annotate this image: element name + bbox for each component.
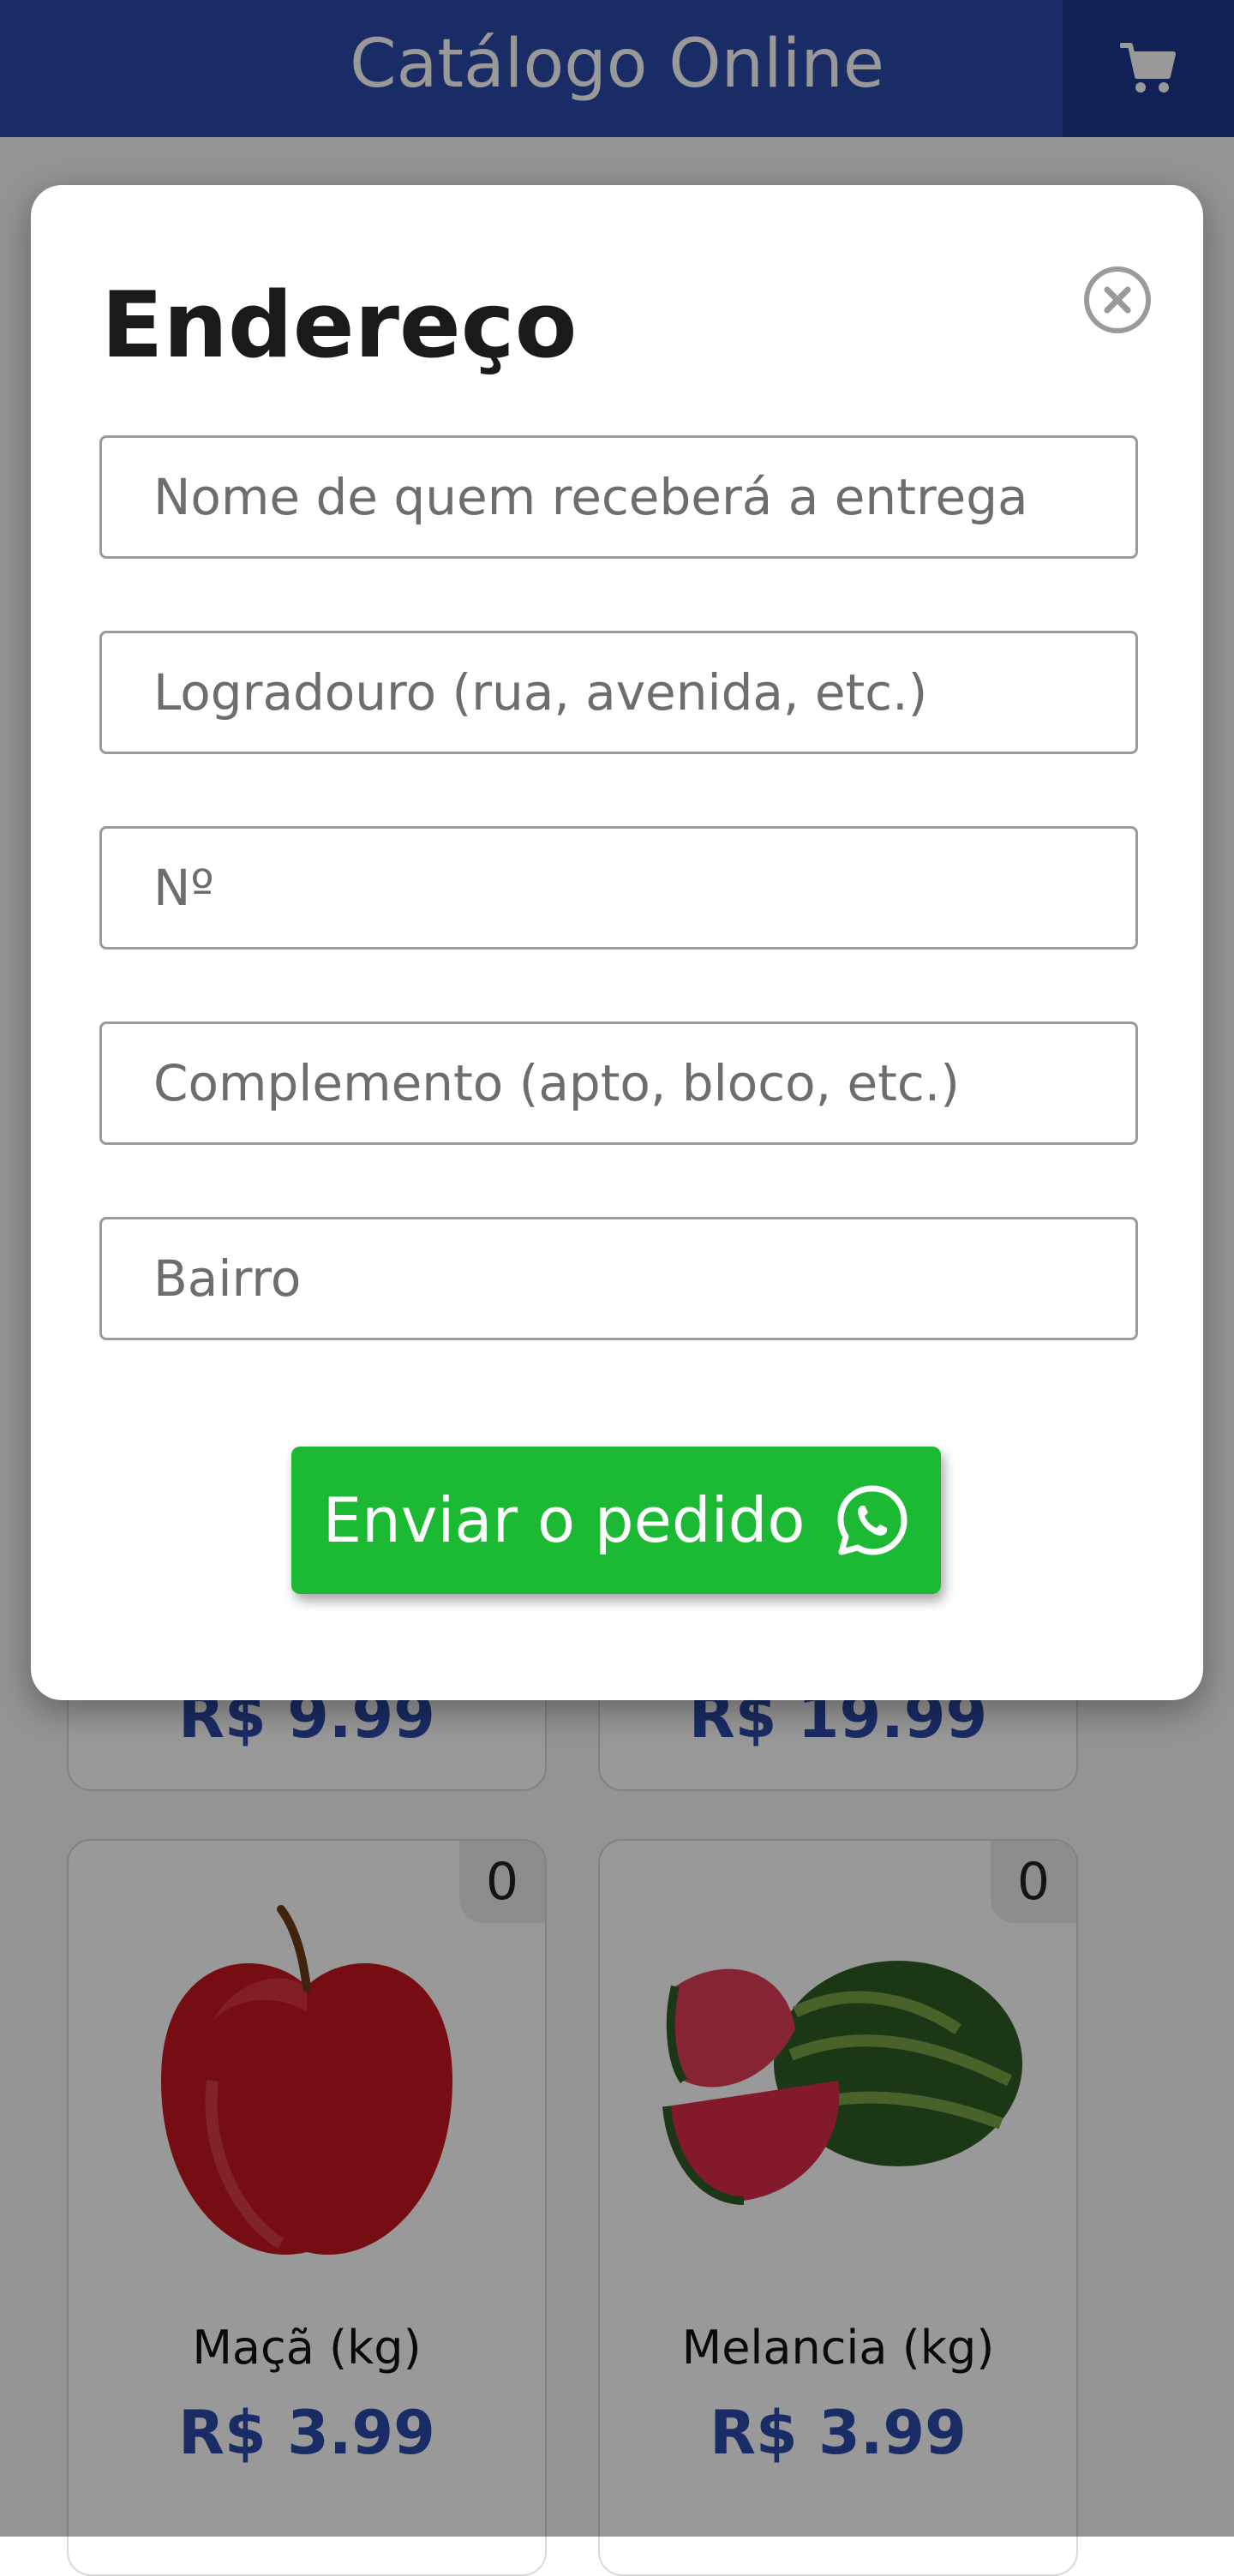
whatsapp-icon [837, 1485, 908, 1555]
neighborhood-input[interactable] [99, 1217, 1138, 1340]
close-button[interactable] [1081, 264, 1153, 336]
modal-title: Endereço [101, 273, 578, 378]
address-modal: Endereço Enviar o pedido [31, 185, 1203, 1700]
complement-input[interactable] [99, 1021, 1138, 1145]
street-input[interactable] [99, 631, 1138, 754]
recipient-name-input[interactable] [99, 435, 1138, 559]
close-circle-icon [1084, 267, 1151, 333]
number-input[interactable] [99, 826, 1138, 950]
send-order-label: Enviar o pedido [322, 1484, 806, 1556]
send-order-button[interactable]: Enviar o pedido [291, 1447, 941, 1594]
